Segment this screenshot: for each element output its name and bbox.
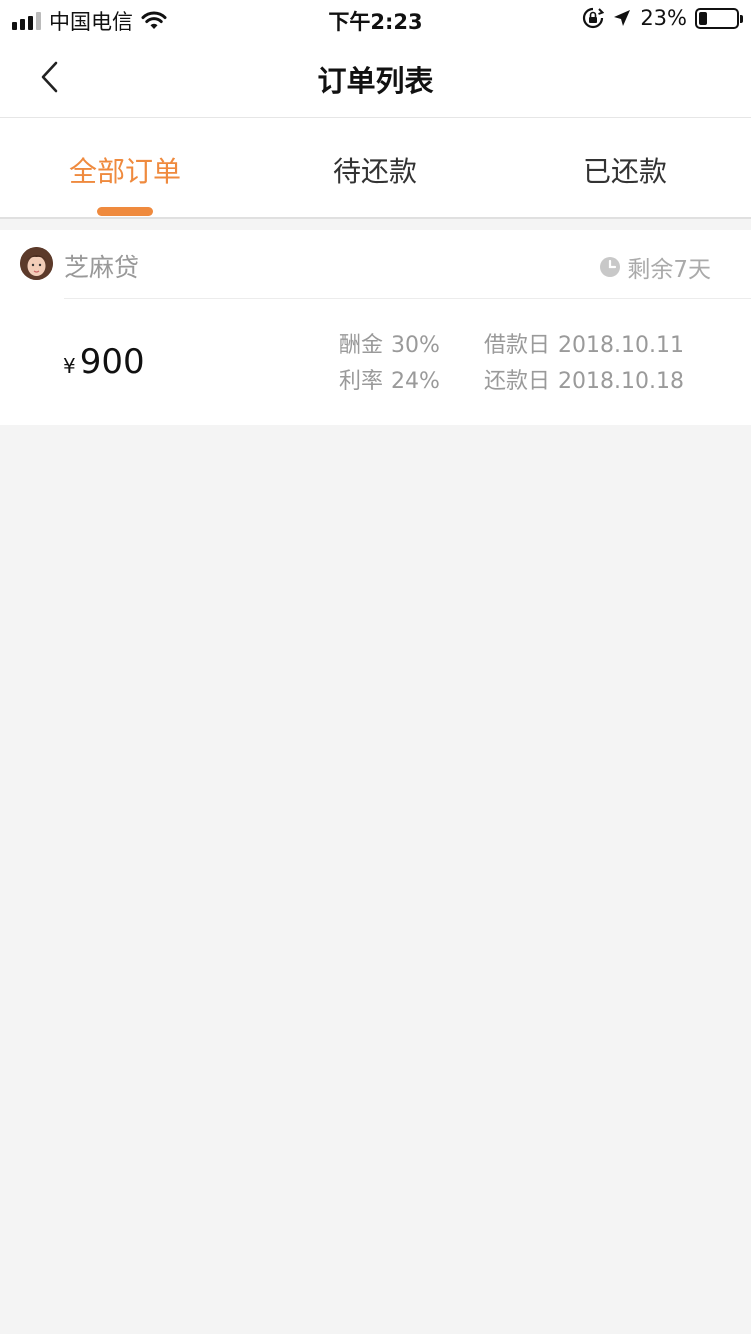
remaining-days: 剩余7天 bbox=[599, 250, 711, 284]
status-bar: 中国电信 下午2:23 23% bbox=[0, 0, 751, 38]
tab-pending-repayment[interactable]: 待还款 bbox=[250, 118, 500, 219]
repay-date-value: 2018.10.18 bbox=[558, 369, 684, 394]
battery-fill bbox=[699, 11, 708, 25]
commission-label: 酬金 bbox=[339, 333, 384, 358]
clock-icon bbox=[600, 257, 621, 277]
avatar bbox=[20, 247, 53, 280]
active-tab-indicator bbox=[97, 207, 153, 216]
amount-value: 900 bbox=[79, 342, 145, 382]
battery-icon bbox=[695, 7, 743, 29]
repay-date-label: 还款日 bbox=[484, 369, 551, 394]
page-title: 订单列表 bbox=[317, 64, 434, 98]
interest-rate-row: 利率 24% bbox=[339, 363, 440, 395]
commission-row: 酬金 30% bbox=[339, 327, 440, 359]
commission-value: 30% bbox=[391, 333, 440, 358]
remaining-days-label: 剩余7天 bbox=[627, 257, 711, 283]
tab-label: 已还款 bbox=[582, 155, 667, 188]
order-filter-tabs: 全部订单 待还款 已还款 bbox=[0, 118, 751, 219]
battery-percent: 23% bbox=[640, 6, 687, 30]
order-card-header: 芝麻贷 剩余7天 bbox=[0, 230, 751, 298]
tab-label: 待还款 bbox=[332, 155, 417, 188]
order-card[interactable]: 芝麻贷 剩余7天 ¥ 900 酬金 30% 利率 24% 借款日 2018.10.11… bbox=[0, 230, 751, 425]
status-right: 23% bbox=[582, 6, 743, 30]
nav-bar: 订单列表 bbox=[0, 38, 751, 118]
tab-repaid[interactable]: 已还款 bbox=[500, 118, 750, 219]
loan-amount: ¥ 900 bbox=[63, 342, 145, 382]
tab-label: 全部订单 bbox=[68, 155, 181, 188]
repay-date-row: 还款日 2018.10.18 bbox=[484, 363, 684, 395]
lender-name: 芝麻贷 bbox=[64, 253, 140, 282]
rate-label: 利率 bbox=[339, 369, 384, 394]
borrow-date-value: 2018.10.11 bbox=[558, 333, 684, 358]
order-list-page: 中国电信 下午2:23 23% 订单列表 全部订单 待还款 已还款 芝麻贷 剩余… bbox=[0, 0, 751, 1334]
currency-symbol: ¥ bbox=[63, 354, 76, 378]
card-divider bbox=[64, 298, 751, 299]
tab-all-orders[interactable]: 全部订单 bbox=[0, 118, 250, 219]
rate-value: 24% bbox=[391, 369, 440, 394]
borrow-date-label: 借款日 bbox=[484, 333, 551, 358]
location-arrow-icon bbox=[614, 10, 631, 26]
borrow-date-row: 借款日 2018.10.11 bbox=[484, 327, 684, 359]
rotation-lock-icon bbox=[583, 7, 605, 29]
